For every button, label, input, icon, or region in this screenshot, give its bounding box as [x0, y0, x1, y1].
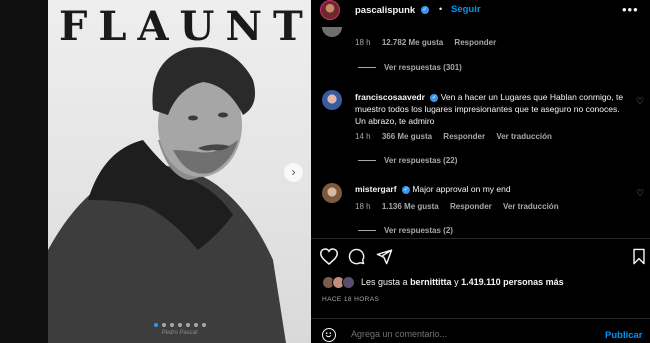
page-backdrop [0, 0, 48, 343]
carousel-dot [201, 323, 206, 327]
carousel-dot [177, 323, 182, 327]
comment-icon[interactable] [348, 248, 365, 265]
translate-button[interactable]: Ver traducción [496, 132, 552, 141]
likes-connector: y [454, 277, 459, 287]
carousel-dots [48, 323, 311, 327]
reply-button[interactable]: Responder [450, 202, 492, 211]
reply-button[interactable]: Responder [443, 132, 485, 141]
post-image[interactable]: FLAUNT Pedro Pascal › [48, 0, 311, 343]
replies-line [358, 230, 376, 232]
verified-badge-icon: ✓ [420, 6, 429, 15]
carousel-dot [169, 323, 174, 327]
comment-likes-link[interactable]: 1.136 Me gusta [382, 202, 439, 211]
comment-likes-link[interactable]: 12.782 Me gusta [382, 38, 443, 47]
heart-icon[interactable]: ♡ [636, 188, 644, 199]
post-header: pascalispunk ✓ • Seguir ••• [311, 0, 650, 20]
comment-time: 18 h [355, 202, 371, 211]
view-replies-label[interactable]: Ver respuestas (22) [384, 156, 457, 165]
comment-likes-link[interactable]: 366 Me gusta [382, 132, 432, 141]
heart-icon[interactable] [320, 248, 338, 265]
post-timestamp: HACE 18 HORAS [322, 296, 380, 303]
verified-badge-icon: ✓ [430, 93, 439, 102]
comment-meta: 18 h 1.136 Me gusta Responder Ver traduc… [355, 202, 568, 211]
comment-body: franciscosaavedr ✓ Ven a hacer un Lugare… [355, 91, 627, 127]
header-separator: • [439, 4, 443, 14]
post-sidebar: pascalispunk ✓ • Seguir ••• 18 h 12.782 … [311, 0, 650, 343]
comment-meta: 18 h 12.782 Me gusta Responder [355, 38, 505, 47]
avatar [342, 276, 355, 289]
send-icon[interactable] [376, 248, 393, 265]
comment-username[interactable]: mistergarf [355, 184, 397, 194]
author-username[interactable]: pascalispunk ✓ [355, 5, 429, 16]
view-replies-button[interactable]: Ver respuestas (301) [358, 63, 462, 72]
comment-avatar[interactable] [322, 27, 342, 37]
comment-avatar[interactable] [322, 90, 342, 110]
carousel-dot [153, 323, 158, 327]
divider [311, 318, 650, 319]
translate-button[interactable]: Ver traducción [503, 202, 559, 211]
comment-body: mistergarf ✓ Major approval on my end [355, 183, 627, 195]
author-avatar[interactable] [320, 0, 340, 20]
likes-prefix: Les gusta a [361, 277, 408, 287]
heart-icon[interactable]: ♡ [636, 96, 644, 107]
comment-username[interactable]: franciscosaavedr [355, 92, 425, 102]
replies-line [358, 67, 376, 69]
ellipsis-icon[interactable]: ••• [622, 2, 639, 17]
action-bar [320, 247, 645, 267]
publish-button[interactable]: Publicar [605, 330, 643, 341]
reply-button[interactable]: Responder [454, 38, 496, 47]
comment-text: Major approval on my end [412, 184, 511, 194]
carousel-dot [193, 323, 198, 327]
chevron-right-icon[interactable]: › [284, 163, 303, 182]
comment-avatar[interactable] [322, 183, 342, 203]
photo-credit: Pedro Pascal [161, 330, 198, 336]
portrait-illustration [48, 47, 286, 343]
magazine-title: FLAUNT [59, 3, 311, 50]
view-replies-label[interactable]: Ver respuestas (301) [384, 63, 462, 72]
carousel-dot [185, 323, 190, 327]
divider [311, 238, 650, 239]
liker-avatars [322, 276, 358, 289]
replies-line [358, 160, 376, 162]
view-replies-button[interactable]: Ver respuestas (2) [358, 226, 453, 235]
comment-meta: 14 h 366 Me gusta Responder Ver traducci… [355, 132, 561, 141]
follow-button[interactable]: Seguir [451, 4, 481, 15]
view-replies-button[interactable]: Ver respuestas (22) [358, 156, 457, 165]
comment-time: 14 h [355, 132, 371, 141]
comment-time: 18 h [355, 38, 371, 47]
comment-input[interactable] [351, 327, 581, 341]
verified-badge-icon: ✓ [401, 185, 410, 194]
view-replies-label[interactable]: Ver respuestas (2) [384, 226, 453, 235]
emoji-icon[interactable] [322, 328, 336, 342]
carousel-dot [161, 323, 166, 327]
magazine-cover: FLAUNT Pedro Pascal [48, 0, 311, 343]
author-username-text[interactable]: pascalispunk [355, 5, 415, 16]
bookmark-icon[interactable] [632, 248, 646, 265]
liker-username[interactable]: bernittitta [410, 277, 452, 287]
likes-count-link[interactable]: 1.419.110 personas más [461, 277, 564, 287]
likes-summary: Les gusta a bernittitta y 1.419.110 pers… [361, 277, 564, 287]
